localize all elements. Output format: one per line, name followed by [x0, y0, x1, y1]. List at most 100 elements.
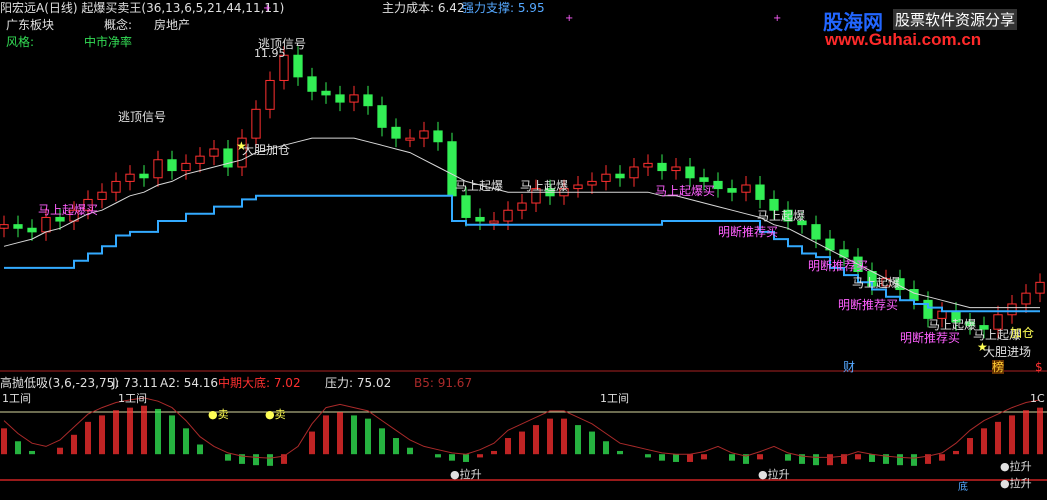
style-value: 中市净率: [84, 35, 133, 49]
candle-body: [713, 180, 723, 190]
candle-body: [419, 130, 429, 139]
candle-body: [461, 195, 471, 218]
candle-body: [573, 184, 583, 190]
candle-body: [321, 90, 331, 96]
sell-label: ●卖: [208, 408, 229, 421]
pull-up-label: ●拉升: [1000, 460, 1032, 473]
candle-body: [111, 180, 121, 193]
candle-body: [27, 227, 37, 233]
surge-label: 马上起爆: [757, 209, 806, 223]
surge-label: 马上起爆: [928, 318, 977, 332]
recommend-buy-label: 明断推荐买: [900, 331, 961, 345]
candle-body: [811, 224, 821, 240]
pull-up-label: ●拉升: [450, 468, 482, 481]
guhai-logo: 股海网 股票软件资源分享 www.Guhai.com.cn: [823, 6, 1041, 50]
candle-body: [433, 130, 443, 143]
candle-body: [13, 224, 23, 229]
pull-up-label: ●拉升: [1000, 477, 1032, 490]
candle-body: [335, 94, 345, 103]
candle-body: [405, 137, 415, 141]
candle-body: [181, 162, 191, 172]
logo-slogan: 股票软件资源分享: [893, 9, 1018, 30]
candle-body: [755, 184, 765, 200]
candle-body: [671, 166, 681, 172]
peak-label: 1工间: [2, 392, 31, 405]
candle-body: [55, 216, 65, 222]
candle-body: [741, 184, 751, 193]
candle-body: [475, 216, 485, 222]
surge-label: 马上起爆: [852, 276, 901, 290]
candle-body: [1007, 303, 1017, 316]
add-position-label: 大胆加仓: [242, 143, 291, 157]
dollar-mark: $: [1035, 360, 1043, 374]
bang-mark: 榜: [992, 360, 1005, 374]
candle-body: [1035, 281, 1045, 294]
chart-title: 阳宏远A(日线) 起爆买卖王(36,13,6,5,21,44,11,11): [0, 1, 285, 15]
candle-body: [125, 173, 135, 182]
pressure-value: 压力: 75.02: [325, 376, 392, 390]
surge-buy-label: 马上起爆买: [655, 184, 716, 198]
candle-body: [489, 220, 499, 224]
candle-body: [601, 173, 611, 182]
candle-body: [195, 155, 205, 164]
candle-body: [727, 188, 737, 193]
candle-body: [251, 108, 261, 139]
candle-body: [167, 159, 177, 172]
recommend-buy-label: 明断推荐买: [718, 225, 779, 239]
candle-body: [307, 76, 317, 92]
chart-canvas: ★★: [0, 46, 1047, 481]
candle-body: [209, 148, 219, 157]
right-mark: 1C: [1030, 392, 1045, 405]
oscillator-bars: [1, 405, 1043, 466]
sector-label: 广东板块: [6, 18, 55, 32]
logo-url: www.Guhai.com.cn: [825, 30, 982, 49]
candle-body: [0, 224, 9, 229]
candle-body: [153, 159, 163, 179]
surge-label: 马上起爆: [520, 179, 569, 193]
plus-marker: +: [263, 3, 272, 14]
candle-body: [265, 79, 275, 110]
candle-body: [629, 166, 639, 179]
b5-value: B5: 91.67: [414, 376, 473, 390]
indicator-name: 高抛低吸(3,6,-23,75): [0, 376, 119, 390]
signal-stars: ★★: [236, 139, 988, 354]
candle-body: [139, 173, 149, 179]
style-label: 风格:: [6, 35, 35, 49]
recommend-buy-label: 明断推荐买: [838, 298, 899, 312]
surge-buy-label: 马上起爆买: [38, 203, 99, 217]
plus-marker: +: [773, 13, 782, 24]
plus-marker: +: [565, 13, 574, 24]
top-price-label: 11.95: [254, 47, 286, 60]
brave-entry-label: 大胆进场: [983, 345, 1032, 359]
candle-body: [349, 94, 359, 103]
candle-body: [97, 191, 107, 200]
candle-body: [1021, 292, 1031, 305]
stock-chart-window: { "header": { "title": "阳宏远A(日线) 起爆买卖王(3…: [0, 0, 1047, 500]
cai-mark: 财: [843, 360, 856, 374]
add-position-label: 加仓: [1010, 326, 1035, 340]
concept-value: 房地产: [154, 18, 191, 32]
candle-body: [685, 166, 695, 179]
candle-body: [363, 94, 373, 107]
candle-body: [377, 105, 387, 128]
candle-body: [587, 180, 597, 186]
a2-value: A2: 54.16: [160, 376, 219, 390]
main-cost-label: 主力成本: 6.42: [382, 1, 465, 15]
candle-body: [293, 54, 303, 78]
recommend-buy-label: 明断推荐买: [808, 259, 869, 273]
candle-body: [41, 216, 51, 233]
candle-body: [699, 177, 709, 182]
candle-body: [657, 162, 667, 172]
candle-body: [643, 162, 653, 168]
sell-label: ●卖: [265, 408, 286, 421]
peak-label: 1工间: [600, 392, 629, 405]
concept-label: 概念:: [104, 18, 133, 32]
candle-body: [503, 209, 513, 222]
pull-up-label: ●拉升: [758, 468, 790, 481]
bottom-mark: 底: [958, 482, 968, 493]
candle-body: [391, 126, 401, 139]
j-value: J: 73.11: [112, 376, 158, 390]
surge-label: 马上起爆: [455, 179, 504, 193]
candle-body: [517, 202, 527, 211]
peak-label: 1工间: [118, 392, 147, 405]
